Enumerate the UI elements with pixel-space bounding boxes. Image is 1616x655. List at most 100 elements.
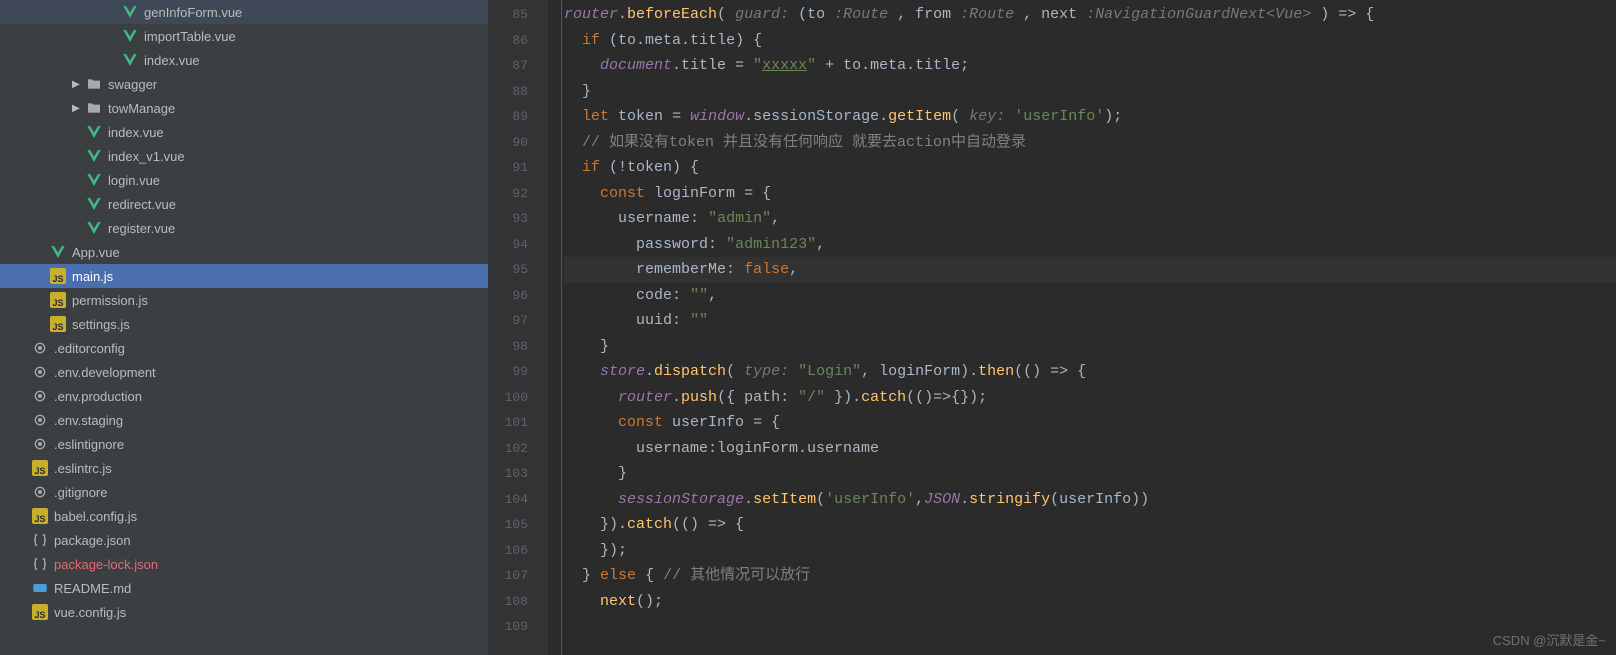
code-line-94[interactable]: password: "admin123", [564,232,1616,258]
tree-item--gitignore[interactable]: .gitignore [0,480,488,504]
file-label: register.vue [108,221,175,236]
tree-item-app-vue[interactable]: App.vue [0,240,488,264]
line-number: 89 [488,104,548,130]
code-line-96[interactable]: code: "", [564,283,1616,309]
line-number: 88 [488,79,548,105]
code-line-95[interactable]: rememberMe: false, [564,257,1616,283]
line-number: 102 [488,436,548,462]
chevron-icon[interactable]: ▶ [72,103,84,114]
tree-item-index-vue[interactable]: index.vue [0,48,488,72]
file-label: importTable.vue [144,29,236,44]
file-label: .env.staging [54,413,123,428]
file-label: vue.config.js [54,605,126,620]
tree-item-geninfoform-vue[interactable]: genInfoForm.vue [0,0,488,24]
tree-item--eslintrc-js[interactable]: JS.eslintrc.js [0,456,488,480]
code-line-86[interactable]: if (to.meta.title) { [564,28,1616,54]
tree-item--eslintignore[interactable]: .eslintignore [0,432,488,456]
line-number: 106 [488,538,548,564]
indent-guide [561,0,562,655]
file-label: settings.js [72,317,130,332]
code-line-97[interactable]: uuid: "" [564,308,1616,334]
line-number: 85 [488,2,548,28]
code-line-102[interactable]: username:loginForm.username [564,436,1616,462]
line-number: 92 [488,181,548,207]
line-gutter: 8586878889909192939495969798991001011021… [488,0,548,655]
tree-item-redirect-vue[interactable]: redirect.vue [0,192,488,216]
code-line-88[interactable]: } [564,79,1616,105]
file-label: genInfoForm.vue [144,5,242,20]
line-number: 99 [488,359,548,385]
line-number: 95 [488,257,548,283]
code-area[interactable]: router.beforeEach( guard: (to :Route , f… [548,0,1616,655]
tree-item-babel-config-js[interactable]: JSbabel.config.js [0,504,488,528]
code-line-103[interactable]: } [564,461,1616,487]
file-label: redirect.vue [108,197,176,212]
file-label: .env.development [54,365,156,380]
line-number: 93 [488,206,548,232]
tree-item--env-staging[interactable]: .env.staging [0,408,488,432]
line-number: 103 [488,461,548,487]
line-number: 87 [488,53,548,79]
code-line-108[interactable]: next(); [564,589,1616,615]
line-number: 98 [488,334,548,360]
tree-item-swagger[interactable]: ▶swagger [0,72,488,96]
code-line-91[interactable]: if (!token) { [564,155,1616,181]
code-line-99[interactable]: store.dispatch( type: "Login", loginForm… [564,359,1616,385]
file-label: .eslintignore [54,437,124,452]
file-label: permission.js [72,293,148,308]
line-number: 91 [488,155,548,181]
code-line-105[interactable]: }).catch(() => { [564,512,1616,538]
file-label: .eslintrc.js [54,461,112,476]
file-label: index.vue [108,125,164,140]
line-number: 104 [488,487,548,513]
tree-item-package-lock-json[interactable]: package-lock.json [0,552,488,576]
line-number: 105 [488,512,548,538]
file-label: .gitignore [54,485,107,500]
line-number: 100 [488,385,548,411]
tree-item-register-vue[interactable]: register.vue [0,216,488,240]
code-line-93[interactable]: username: "admin", [564,206,1616,232]
tree-item-index-v1-vue[interactable]: index_v1.vue [0,144,488,168]
tree-item-index-vue[interactable]: index.vue [0,120,488,144]
tree-item--env-development[interactable]: .env.development [0,360,488,384]
code-line-109[interactable] [564,614,1616,640]
code-line-87[interactable]: document.title = "xxxxx" + to.meta.title… [564,53,1616,79]
line-number: 90 [488,130,548,156]
code-line-89[interactable]: let token = window.sessionStorage.getIte… [564,104,1616,130]
code-editor[interactable]: 8586878889909192939495969798991001011021… [488,0,1616,655]
tree-item-importtable-vue[interactable]: importTable.vue [0,24,488,48]
tree-item-settings-js[interactable]: JSsettings.js [0,312,488,336]
code-line-101[interactable]: const userInfo = { [564,410,1616,436]
tree-item-readme-md[interactable]: README.md [0,576,488,600]
tree-item-vue-config-js[interactable]: JSvue.config.js [0,600,488,624]
line-number: 108 [488,589,548,615]
tree-item-login-vue[interactable]: login.vue [0,168,488,192]
tree-item-towmanage[interactable]: ▶ towManage [0,96,488,120]
code-line-85[interactable]: router.beforeEach( guard: (to :Route , f… [564,2,1616,28]
code-line-98[interactable]: } [564,334,1616,360]
tree-item--env-production[interactable]: .env.production [0,384,488,408]
file-label: babel.config.js [54,509,137,524]
code-line-107[interactable]: } else { // 其他情况可以放行 [564,563,1616,589]
line-number: 109 [488,614,548,640]
chevron-icon[interactable]: ▶ [72,79,84,90]
file-label: package.json [54,533,131,548]
file-label: .env.production [54,389,142,404]
line-number: 97 [488,308,548,334]
file-explorer[interactable]: genInfoForm.vue importTable.vue index.vue ▶… [0,0,488,655]
file-label: package-lock.json [54,557,158,572]
tree-item-main-js[interactable]: JSmain.js [0,264,488,288]
code-line-92[interactable]: const loginForm = { [564,181,1616,207]
file-label: .editorconfig [54,341,125,356]
code-line-106[interactable]: }); [564,538,1616,564]
code-line-100[interactable]: router.push({ path: "/" }).catch(()=>{})… [564,385,1616,411]
code-line-90[interactable]: // 如果没有token 并且没有任何响应 就要去action中自动登录 [564,130,1616,156]
line-number: 94 [488,232,548,258]
code-line-104[interactable]: sessionStorage.setItem('userInfo',JSON.s… [564,487,1616,513]
tree-item-permission-js[interactable]: JSpermission.js [0,288,488,312]
file-label: towManage [108,101,175,116]
file-label: index.vue [144,53,200,68]
tree-item-package-json[interactable]: package.json [0,528,488,552]
line-number: 86 [488,28,548,54]
tree-item--editorconfig[interactable]: .editorconfig [0,336,488,360]
